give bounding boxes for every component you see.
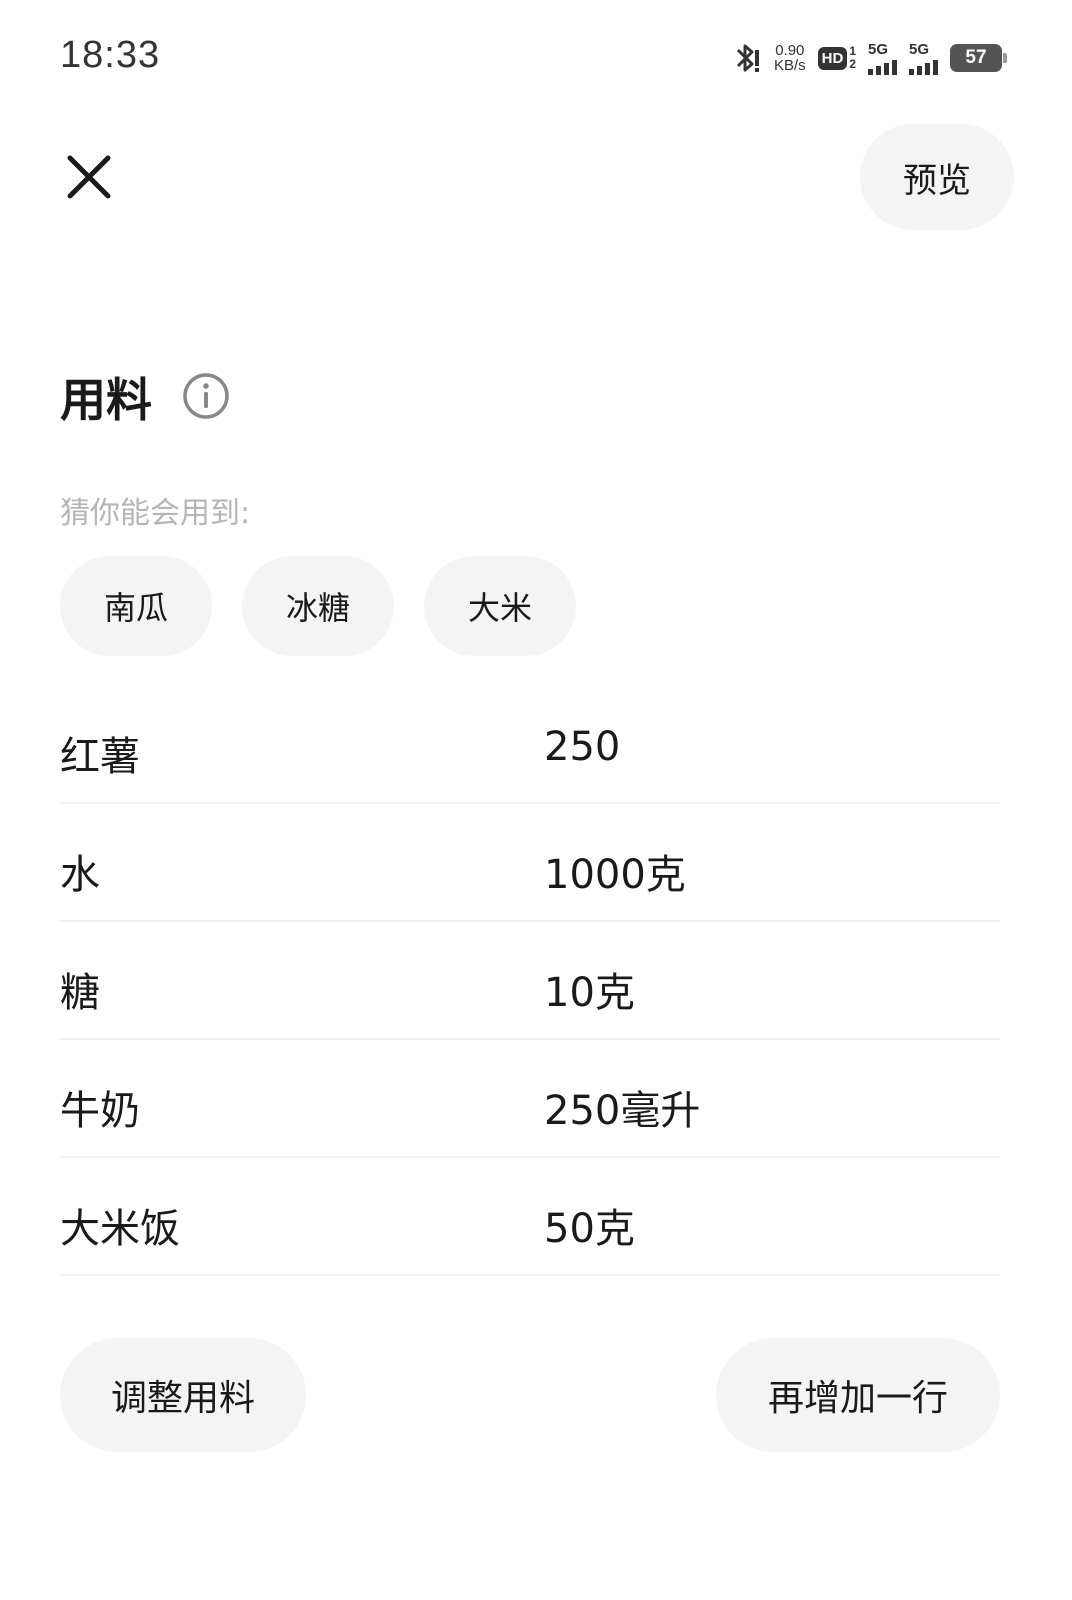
signal-icon: 5G xyxy=(868,42,897,75)
ingredient-amount[interactable]: 50克 xyxy=(544,1196,635,1254)
ingredient-list: 红薯 250 水 1000克 糖 10克 牛奶 250毫升 大米饭 50克 xyxy=(60,686,1000,1276)
ingredient-name[interactable]: 水 xyxy=(60,842,100,900)
ingredient-row[interactable]: 红薯 250 xyxy=(60,686,1000,804)
ingredient-amount[interactable]: 250毫升 xyxy=(544,1078,700,1136)
preview-button[interactable]: 预览 xyxy=(860,124,1014,230)
status-bar: 18:33 0.90 KB/s HD 1 2 5G 5G 57 xyxy=(0,0,1072,110)
signal-label: 5G xyxy=(868,40,889,58)
ingredient-row[interactable]: 糖 10克 xyxy=(60,922,1000,1040)
ingredient-row[interactable]: 水 1000克 xyxy=(60,804,1000,922)
suggestion-chip[interactable]: 大米 xyxy=(424,556,576,656)
ingredient-row[interactable]: 大米饭 50克 xyxy=(60,1158,1000,1276)
close-icon[interactable] xyxy=(62,150,116,204)
ingredient-row[interactable]: 牛奶 250毫升 xyxy=(60,1040,1000,1158)
hd-label: HD xyxy=(817,46,848,70)
signal-bars xyxy=(909,57,938,75)
info-icon[interactable] xyxy=(182,372,230,420)
ingredient-name[interactable]: 大米饭 xyxy=(60,1196,180,1254)
suggestion-chip[interactable]: 冰糖 xyxy=(242,556,394,656)
ingredient-amount[interactable]: 250 xyxy=(544,724,620,770)
signal-bars xyxy=(868,57,897,75)
section-title: 用料 xyxy=(60,373,152,427)
ingredient-name[interactable]: 牛奶 xyxy=(60,1078,140,1136)
net-speed-unit: KB/s xyxy=(773,57,806,74)
battery-icon: 57 xyxy=(950,44,1007,72)
net-speed: 0.90 KB/s xyxy=(774,43,806,73)
bluetooth-icon xyxy=(736,44,759,72)
battery-level: 57 xyxy=(965,47,987,68)
ingredient-amount[interactable]: 10克 xyxy=(544,960,635,1018)
hd-sub: 1 2 xyxy=(849,45,856,71)
suggestion-hint: 猜你能会用到: xyxy=(60,496,251,531)
adjust-ingredients-button[interactable]: 调整用料 xyxy=(60,1338,306,1452)
add-row-button[interactable]: 再增加一行 xyxy=(716,1338,1000,1452)
suggestion-chip[interactable]: 南瓜 xyxy=(60,556,212,656)
ingredient-name[interactable]: 红薯 xyxy=(60,724,140,782)
net-speed-value: 0.90 xyxy=(775,42,805,59)
signal-label: 5G xyxy=(909,40,930,58)
ingredient-name[interactable]: 糖 xyxy=(60,960,100,1018)
status-icons: 0.90 KB/s HD 1 2 5G 5G 57 xyxy=(732,38,1007,78)
hd-sub-bottom: 2 xyxy=(849,57,856,71)
ingredient-amount[interactable]: 1000克 xyxy=(544,842,686,900)
suggestion-chips: 南瓜 冰糖 大米 xyxy=(60,556,576,656)
hd-voice-icon: HD 1 2 xyxy=(817,45,856,71)
status-time: 18:33 xyxy=(60,34,161,76)
signal-icon: 5G xyxy=(909,42,938,75)
